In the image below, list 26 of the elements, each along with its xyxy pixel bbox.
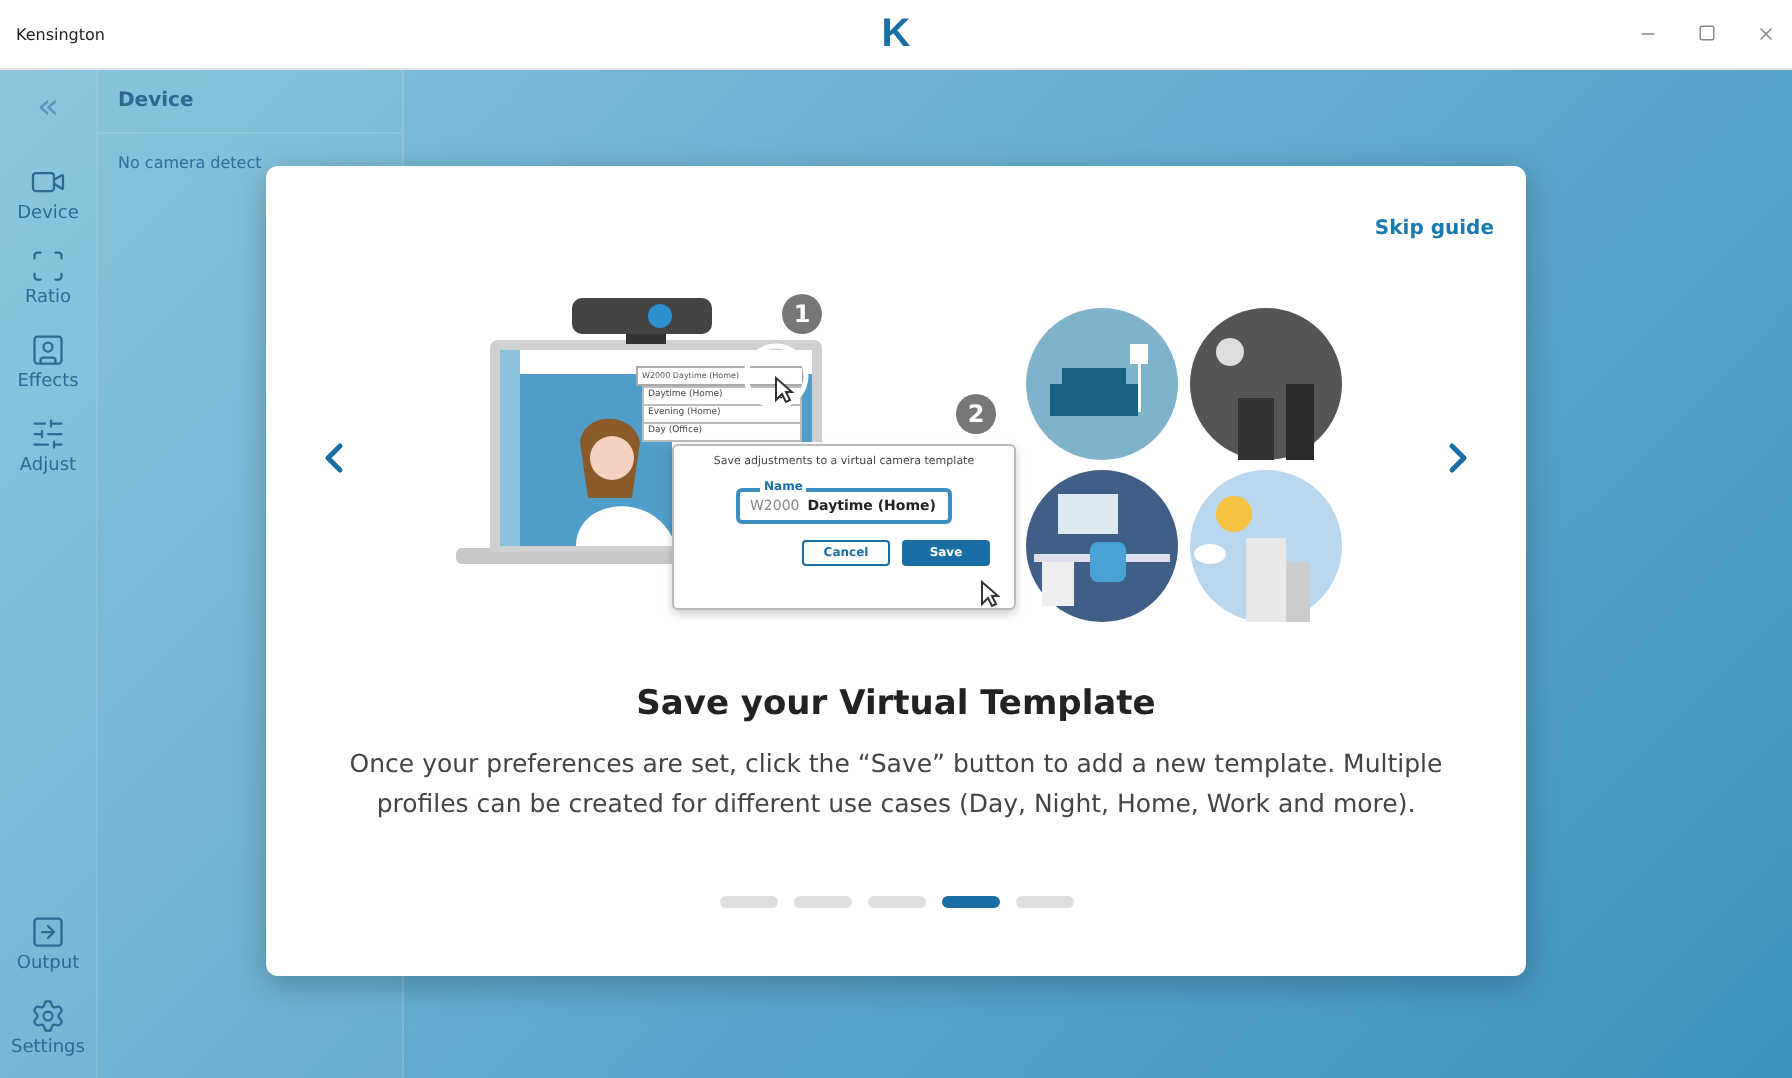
sliders-icon [29,416,66,452]
nav-item[interactable]: Output [16,910,80,978]
status-message: No camera detect [116,152,264,176]
nav-item[interactable]: Adjust [19,412,77,480]
page-indicator[interactable] [941,896,999,908]
guide-description: Once your preferences are set, click the “Save” button to add a new template. Multiple profiles can be created for different use cases (Day, Night, Home, Work and more). [347,746,1445,822]
maximize-icon[interactable] [1698,24,1716,42]
nav-item[interactable]: Effects [17,328,79,396]
highlight-circle [742,342,810,410]
cursor-icon [774,376,794,404]
close-icon[interactable] [1756,24,1776,44]
nav-item[interactable]: Device [17,160,79,228]
nav-item[interactable]: Ratio [24,244,72,312]
settings-icon [29,998,66,1034]
arrow-box-icon [29,914,66,950]
logo: K [881,11,911,57]
nav-item[interactable]: Settings [11,994,85,1062]
window-title: Kensington [16,25,105,43]
portrait-icon [30,332,66,368]
step-number: 2 [956,394,996,434]
frame-icon [29,248,66,284]
panel-title: Device [98,70,402,134]
skip-guide-link[interactable]: Skip guide [1374,218,1494,240]
collapse-button[interactable]: « [36,86,59,128]
step-number: 1 [782,294,822,334]
guide-title: Save your Virtual Template [636,684,1156,724]
